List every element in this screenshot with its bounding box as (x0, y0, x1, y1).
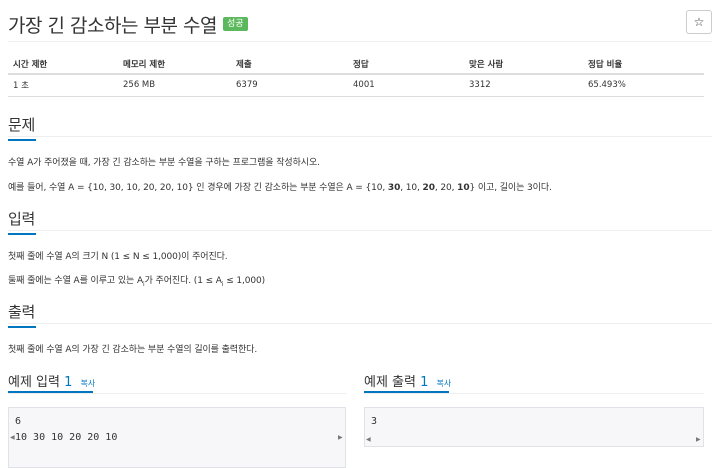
scroll-right-icon[interactable]: ▶ (696, 436, 701, 443)
sample-input-heading: 예제 입력 1 복사 (8, 371, 95, 390)
input-heading-text: 입력 (8, 210, 36, 228)
sample-input-number: 1 (64, 375, 73, 390)
star-icon: ☆ (693, 15, 705, 29)
title-divider (8, 41, 712, 42)
sample-input-label: 예제 입력 (8, 375, 60, 390)
problem-description-line1: 수열 A가 주어졌을 때, 가장 긴 감소하는 부분 수열을 구하는 프로그램을… (8, 158, 320, 168)
time-limit-value: 1 초 (8, 74, 118, 97)
output-heading-text: 출력 (8, 303, 36, 321)
column-header-accept-ratio: 정답 비율 (583, 54, 704, 75)
problem-heading-text: 문제 (8, 116, 36, 134)
input-line2-prefix: 둘째 줄에는 수열 A를 이루고 있는 A (8, 276, 144, 286)
table-header-row: 시간 제한 메모리 제한 제출 정답 맞은 사람 정답 비율 (8, 54, 704, 75)
memory-limit-value: 256 MB (118, 74, 231, 97)
column-header-memory-limit: 메모리 제한 (118, 54, 231, 75)
scroll-right-icon[interactable]: ▶ (338, 434, 343, 441)
output-section-heading: 출력 (8, 301, 36, 328)
example-text-prefix: 예를 들어, 수열 A = {10, 30, 10, 20, 20, 10} 인… (8, 183, 388, 193)
example-text-mid2: , 20, (434, 183, 458, 193)
output-description-line1: 첫째 줄에 수열 A의 가장 긴 감소하는 부분 수열의 길이를 출력한다. (8, 345, 258, 355)
sample-input-copy-button[interactable]: 복사 (81, 379, 96, 388)
sample-output-copy-button[interactable]: 복사 (437, 379, 452, 388)
title-row: 가장 긴 감소하는 부분 수열 성공 ☆ (8, 8, 712, 40)
solvers-value: 3312 (464, 74, 583, 97)
column-header-accepted: 정답 (348, 54, 464, 75)
problem-section-rule (8, 136, 712, 137)
sample-output-rule (364, 393, 704, 394)
page-title: 가장 긴 감소하는 부분 수열 (8, 14, 217, 37)
accepted-value: 4001 (348, 74, 464, 97)
column-header-solvers: 맞은 사람 (464, 54, 583, 75)
highlight-value-1: 30 (387, 183, 401, 193)
output-heading-underline (8, 326, 36, 328)
star-button[interactable]: ☆ (686, 10, 712, 34)
column-header-submissions: 제출 (231, 54, 348, 75)
input-line2-suffix2: ≤ 1,000) (223, 276, 266, 286)
example-text-suffix: } 이고, 길이는 3이다. (469, 183, 552, 193)
submissions-value: 6379 (231, 74, 348, 97)
input-line2-suffix: 가 주어진다. (1 ≤ A (144, 276, 222, 286)
input-description-line1: 첫째 줄에 수열 A의 크기 N (1 ≤ N ≤ 1,000)이 주어진다. (8, 252, 228, 262)
sample-output-label: 예제 출력 (364, 375, 416, 390)
sample-input-rule (8, 393, 346, 394)
example-text-mid1: , 10, (400, 183, 423, 193)
sample-input-box[interactable]: 6 10 30 10 20 20 10 (8, 407, 346, 468)
accept-ratio-value: 65.493% (583, 74, 704, 97)
input-heading-underline (8, 233, 36, 235)
highlight-value-3: 10 (457, 183, 470, 193)
input-description-line2: 둘째 줄에는 수열 A를 이루고 있는 Ai가 주어진다. (1 ≤ Ai ≤ … (8, 273, 265, 288)
input-section-heading: 입력 (8, 208, 36, 235)
sample-output-box[interactable]: 3 (364, 407, 704, 447)
table-row: 1 초 256 MB 6379 4001 3312 65.493% (8, 74, 704, 97)
sample-output-number: 1 (420, 375, 429, 390)
scroll-left-icon[interactable]: ◀ (10, 434, 15, 441)
problem-description-line2: 예를 들어, 수열 A = {10, 30, 10, 20, 20, 10} 인… (8, 180, 552, 193)
output-section-rule (8, 323, 712, 324)
problem-section-heading: 문제 (8, 114, 36, 141)
input-section-rule (8, 230, 712, 231)
problem-info-table: 시간 제한 메모리 제한 제출 정답 맞은 사람 정답 비율 1 초 256 M… (8, 54, 704, 97)
column-header-time-limit: 시간 제한 (8, 54, 118, 75)
scroll-left-icon[interactable]: ◀ (366, 436, 371, 443)
highlight-value-2: 20 (422, 183, 435, 193)
problem-heading-underline (8, 139, 36, 141)
status-badge: 성공 (222, 17, 248, 31)
sample-output-heading: 예제 출력 1 복사 (364, 371, 451, 390)
